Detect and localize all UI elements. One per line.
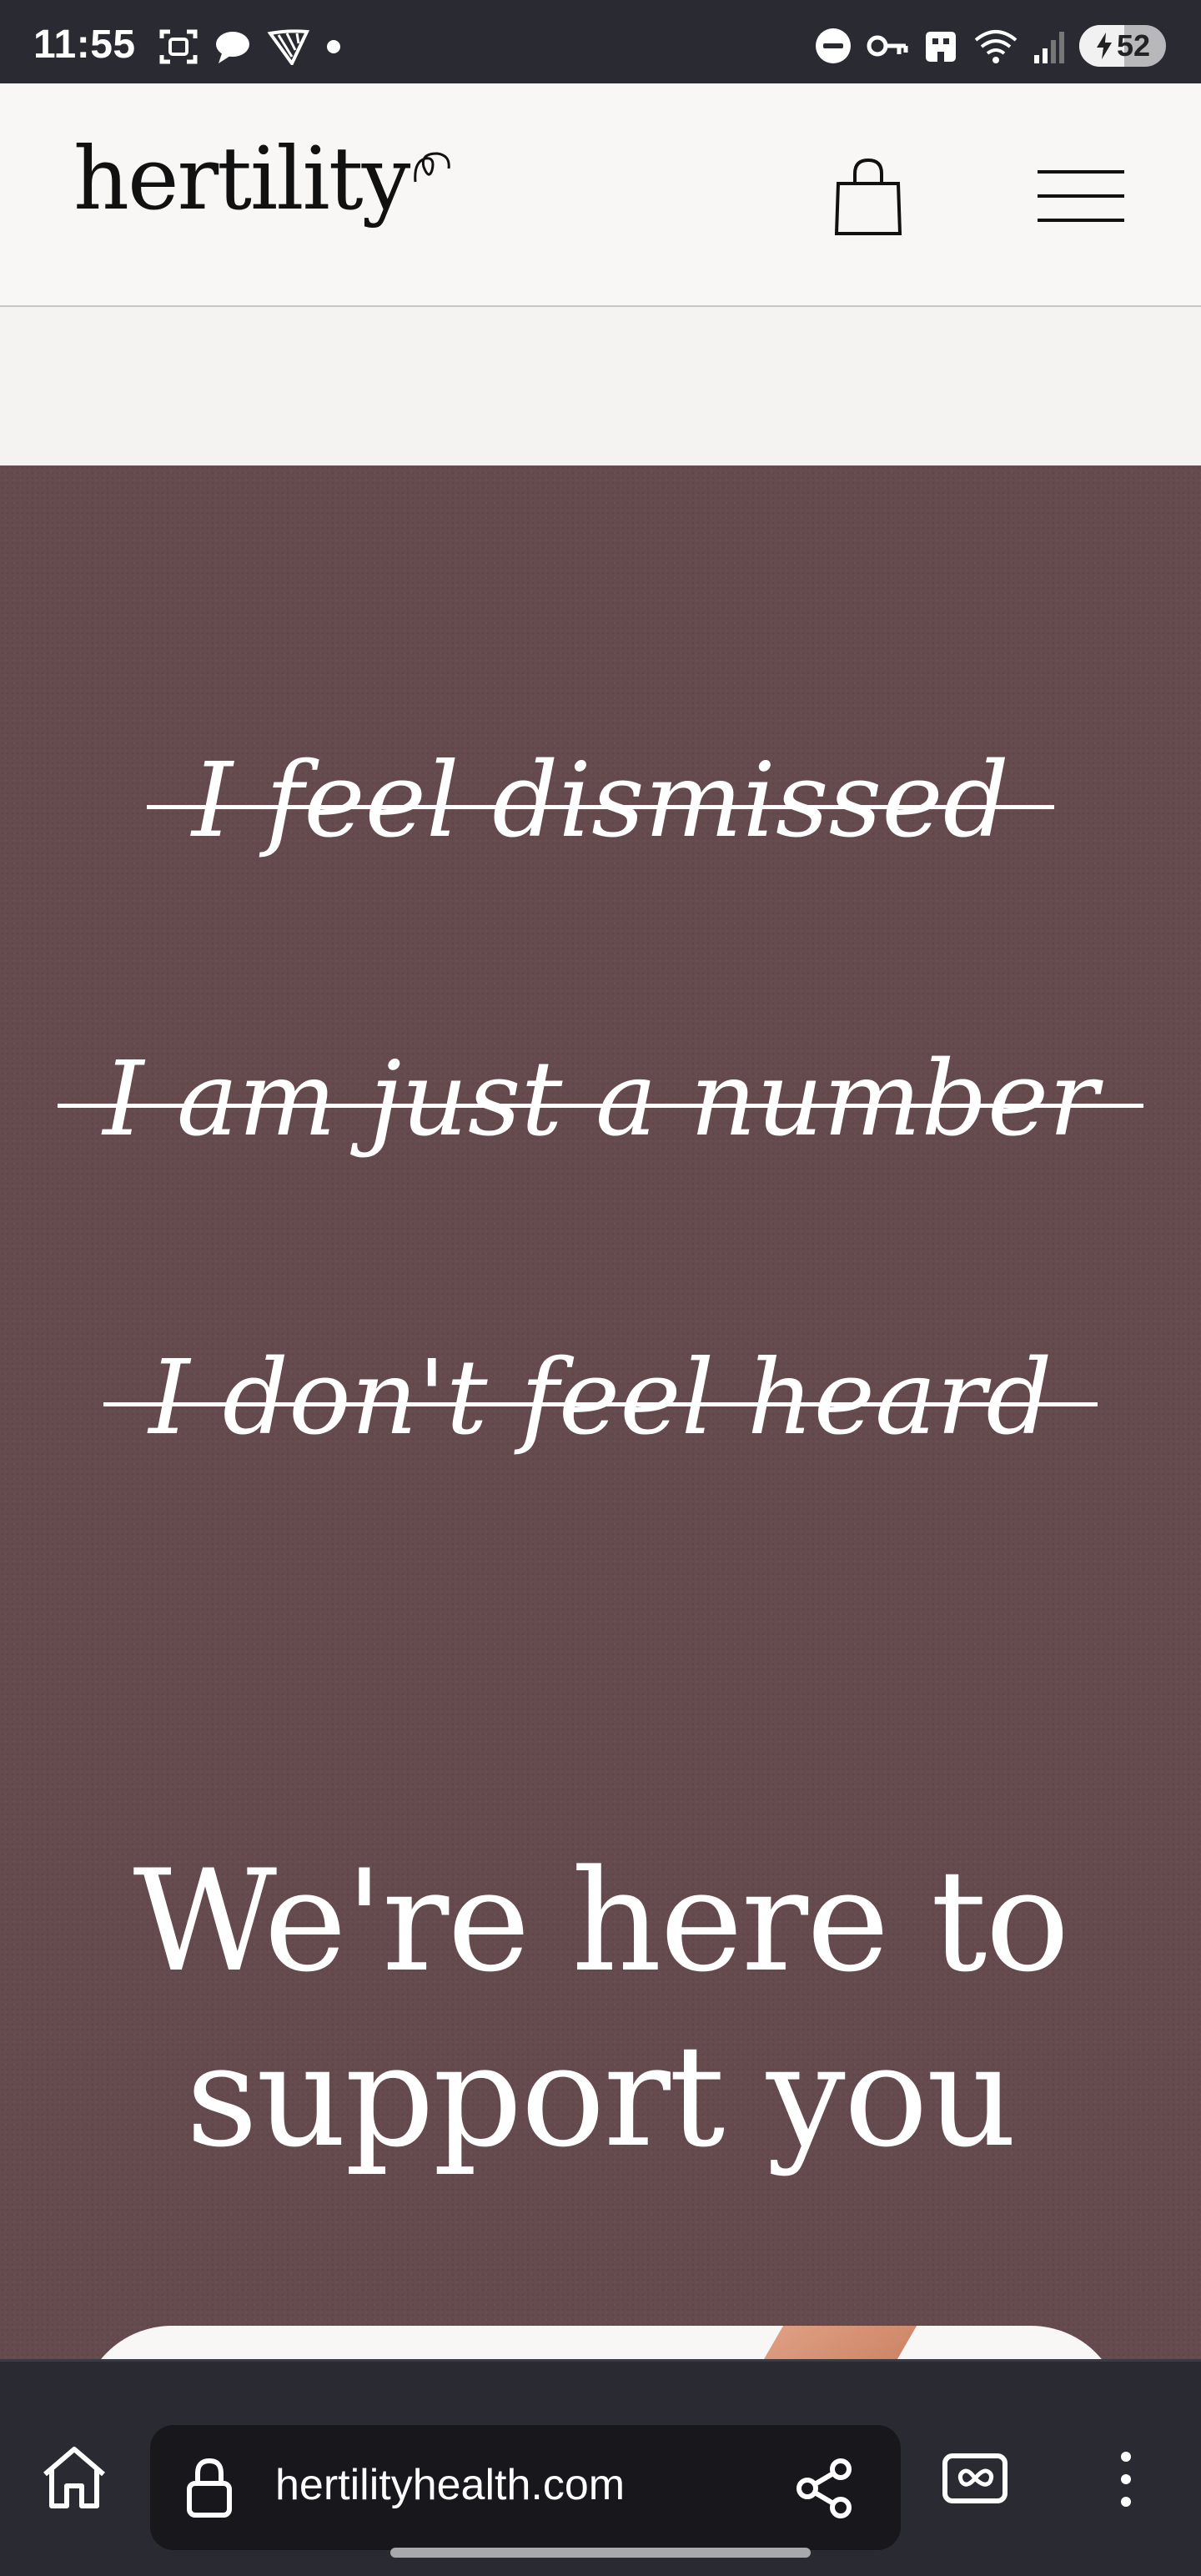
tab-switcher-icon [942,2453,1008,2503]
battery-level: 52 [1116,28,1151,63]
wifi-icon [974,30,1018,63]
hamburger-menu-icon [1038,170,1124,222]
logo-mark-icon [414,152,450,183]
card-image [735,2326,927,2359]
url-text: hertilityhealth.com [275,2461,626,2509]
share-button[interactable] [791,2453,861,2523]
chat-bubble-icon [216,32,249,63]
share-icon [796,2458,852,2518]
struck-phrase: I don't feel heard [0,1346,1201,1450]
status-bar: 11:55 52 [0,0,1201,83]
status-time: 11:55 [33,23,136,67]
menu-button[interactable] [1038,167,1124,225]
address-bar[interactable]: hertilityhealth.com [150,2425,901,2550]
header-spacer [0,307,1201,465]
gesture-navigation-bar[interactable] [390,2548,811,2558]
more-vertical-icon [1121,2452,1131,2507]
dot-icon [327,40,340,53]
hero-section: I feel dismissed I am just a number I do… [0,465,1201,2359]
status-system-icons: 52 [814,25,1166,67]
home-button[interactable] [37,2440,112,2515]
status-notification-icons [158,28,342,65]
struck-phrase: I feel dismissed [0,749,1201,853]
more-options-button[interactable] [1101,2442,1151,2517]
vpn-key-icon [867,35,908,57]
struck-phrase: I am just a number [0,1048,1201,1151]
site-header: hertility [0,83,1201,307]
content-card [80,2326,1123,2359]
headline-line-2: support you [185,2015,1017,2178]
do-not-disturb-icon [816,28,851,63]
airline-icon [267,29,310,65]
hertility-logo[interactable]: hertility [73,135,410,222]
battery-charging-icon [1096,33,1112,59]
work-profile-icon [926,32,956,62]
browser-toolbar: hertilityhealth.com [0,2359,1201,2576]
battery-indicator: 52 [1079,25,1166,67]
signal-icon [1034,32,1064,63]
tab-switcher-button[interactable] [939,2445,1011,2512]
headline-line-1: We're here to [133,1839,1069,2003]
shopping-bag-icon [834,158,902,235]
hero-headline: We're here to support you [0,1834,1201,2184]
lock-icon [187,2458,232,2518]
screenshot-icon [159,29,198,64]
cart-button[interactable] [831,157,906,237]
home-icon [43,2447,105,2508]
